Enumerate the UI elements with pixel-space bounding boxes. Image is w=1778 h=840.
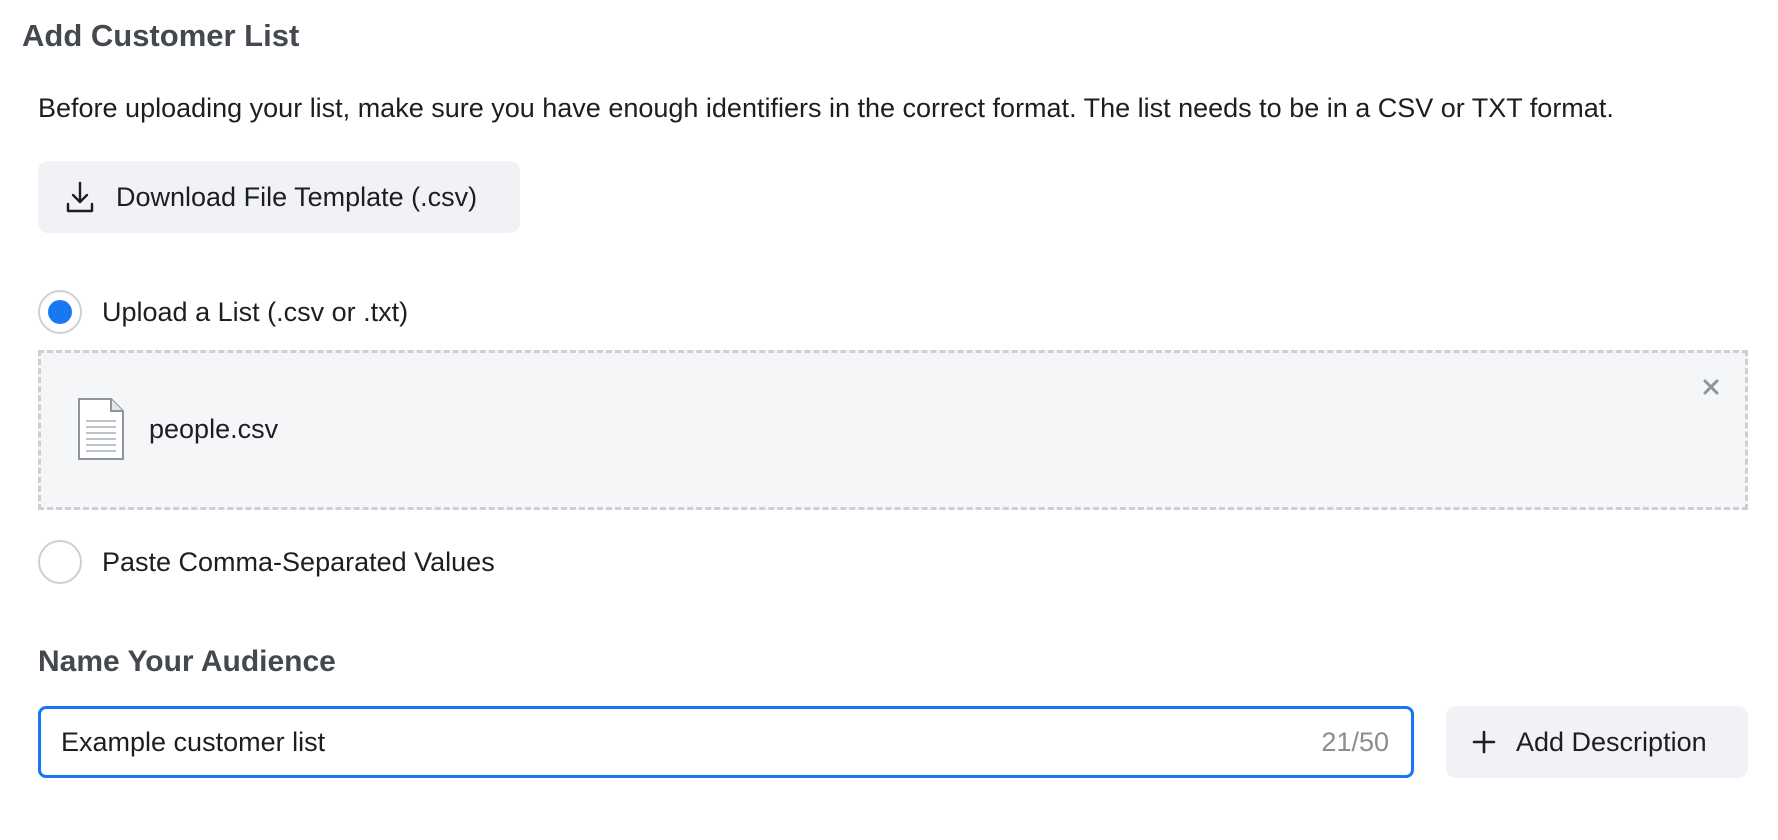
paste-values-option[interactable]: Paste Comma-Separated Values: [38, 540, 495, 584]
audience-name-heading: Name Your Audience: [38, 645, 336, 678]
audience-name-input[interactable]: [41, 708, 1322, 776]
paste-values-radio[interactable]: [38, 540, 82, 584]
add-description-label: Add Description: [1516, 726, 1707, 757]
radio-selected-dot: [48, 300, 72, 324]
page-title: Add Customer List: [22, 18, 300, 53]
plus-icon: [1472, 730, 1496, 754]
upload-list-radio[interactable]: [38, 290, 82, 334]
add-description-button[interactable]: Add Description: [1446, 706, 1748, 778]
audience-name-field[interactable]: 21/50: [38, 706, 1414, 778]
download-template-button[interactable]: Download File Template (.csv): [38, 161, 520, 233]
upload-dropzone[interactable]: people.csv: [38, 350, 1748, 510]
download-template-label: Download File Template (.csv): [116, 181, 478, 212]
file-icon: [75, 397, 127, 461]
add-customer-list-page: Add Customer List Before uploading your …: [0, 0, 1778, 840]
upload-list-option[interactable]: Upload a List (.csv or .txt): [38, 290, 408, 334]
close-icon[interactable]: [1701, 377, 1721, 397]
char-counter: 21/50: [1321, 726, 1389, 757]
uploaded-file-name: people.csv: [149, 414, 279, 444]
upload-list-label: Upload a List (.csv or .txt): [102, 297, 409, 327]
intro-text: Before uploading your list, make sure yo…: [38, 93, 1614, 123]
paste-values-label: Paste Comma-Separated Values: [102, 547, 495, 577]
download-icon: [64, 180, 96, 214]
